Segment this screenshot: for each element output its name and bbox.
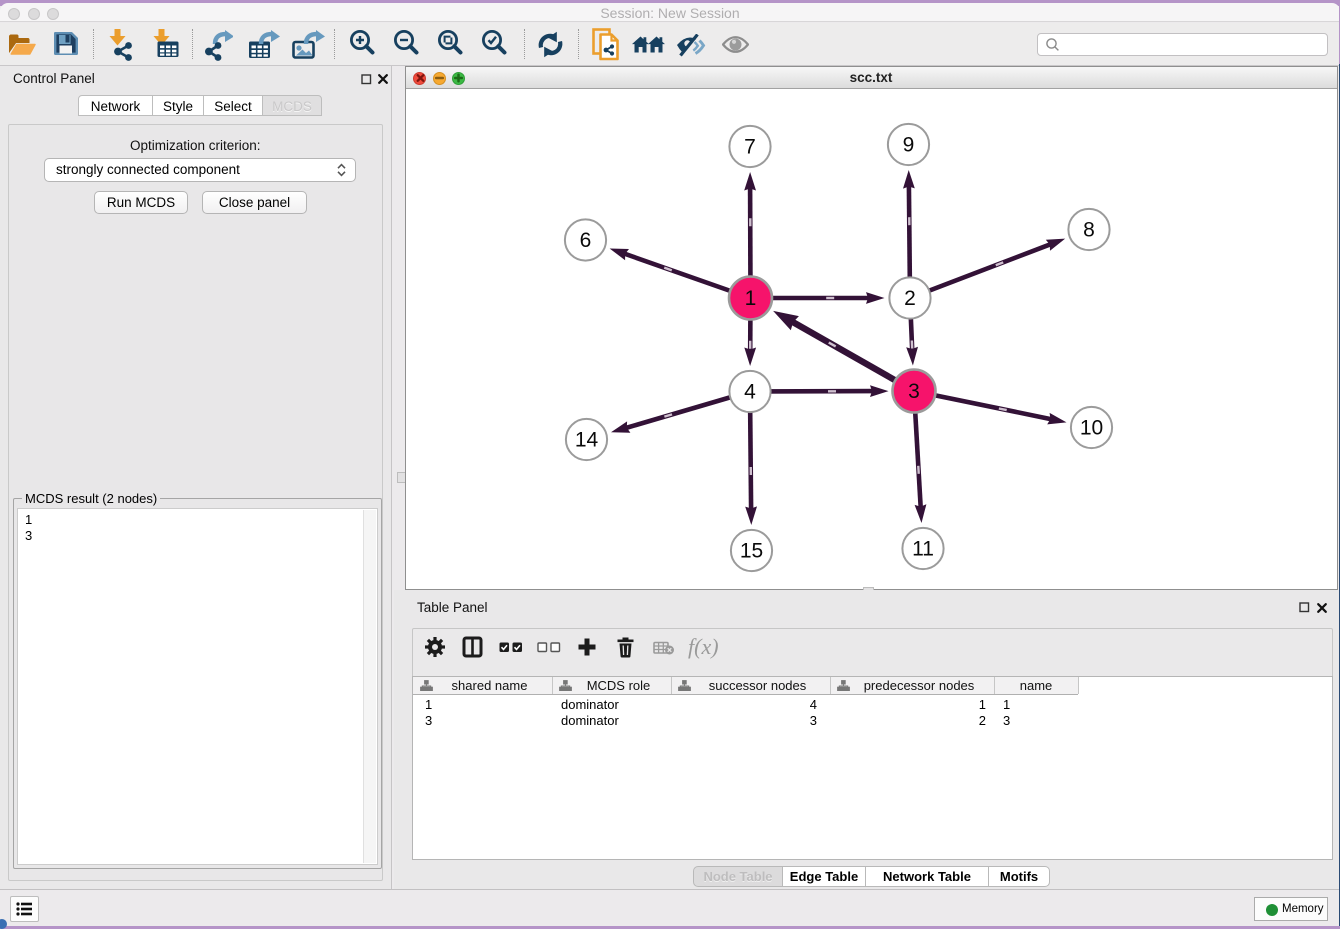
svg-text:1: 1 [744, 287, 756, 310]
svg-text:2: 2 [904, 287, 916, 310]
svg-text:7: 7 [744, 136, 756, 159]
svg-text:14: 14 [574, 429, 598, 452]
svg-text:11: 11 [912, 538, 934, 561]
svg-text:6: 6 [579, 229, 591, 252]
svg-text:3: 3 [908, 380, 920, 403]
svg-text:10: 10 [1079, 417, 1102, 440]
svg-text:9: 9 [902, 134, 914, 157]
svg-text:8: 8 [1083, 219, 1095, 242]
svg-text:4: 4 [744, 381, 756, 404]
svg-text:15: 15 [739, 540, 762, 563]
